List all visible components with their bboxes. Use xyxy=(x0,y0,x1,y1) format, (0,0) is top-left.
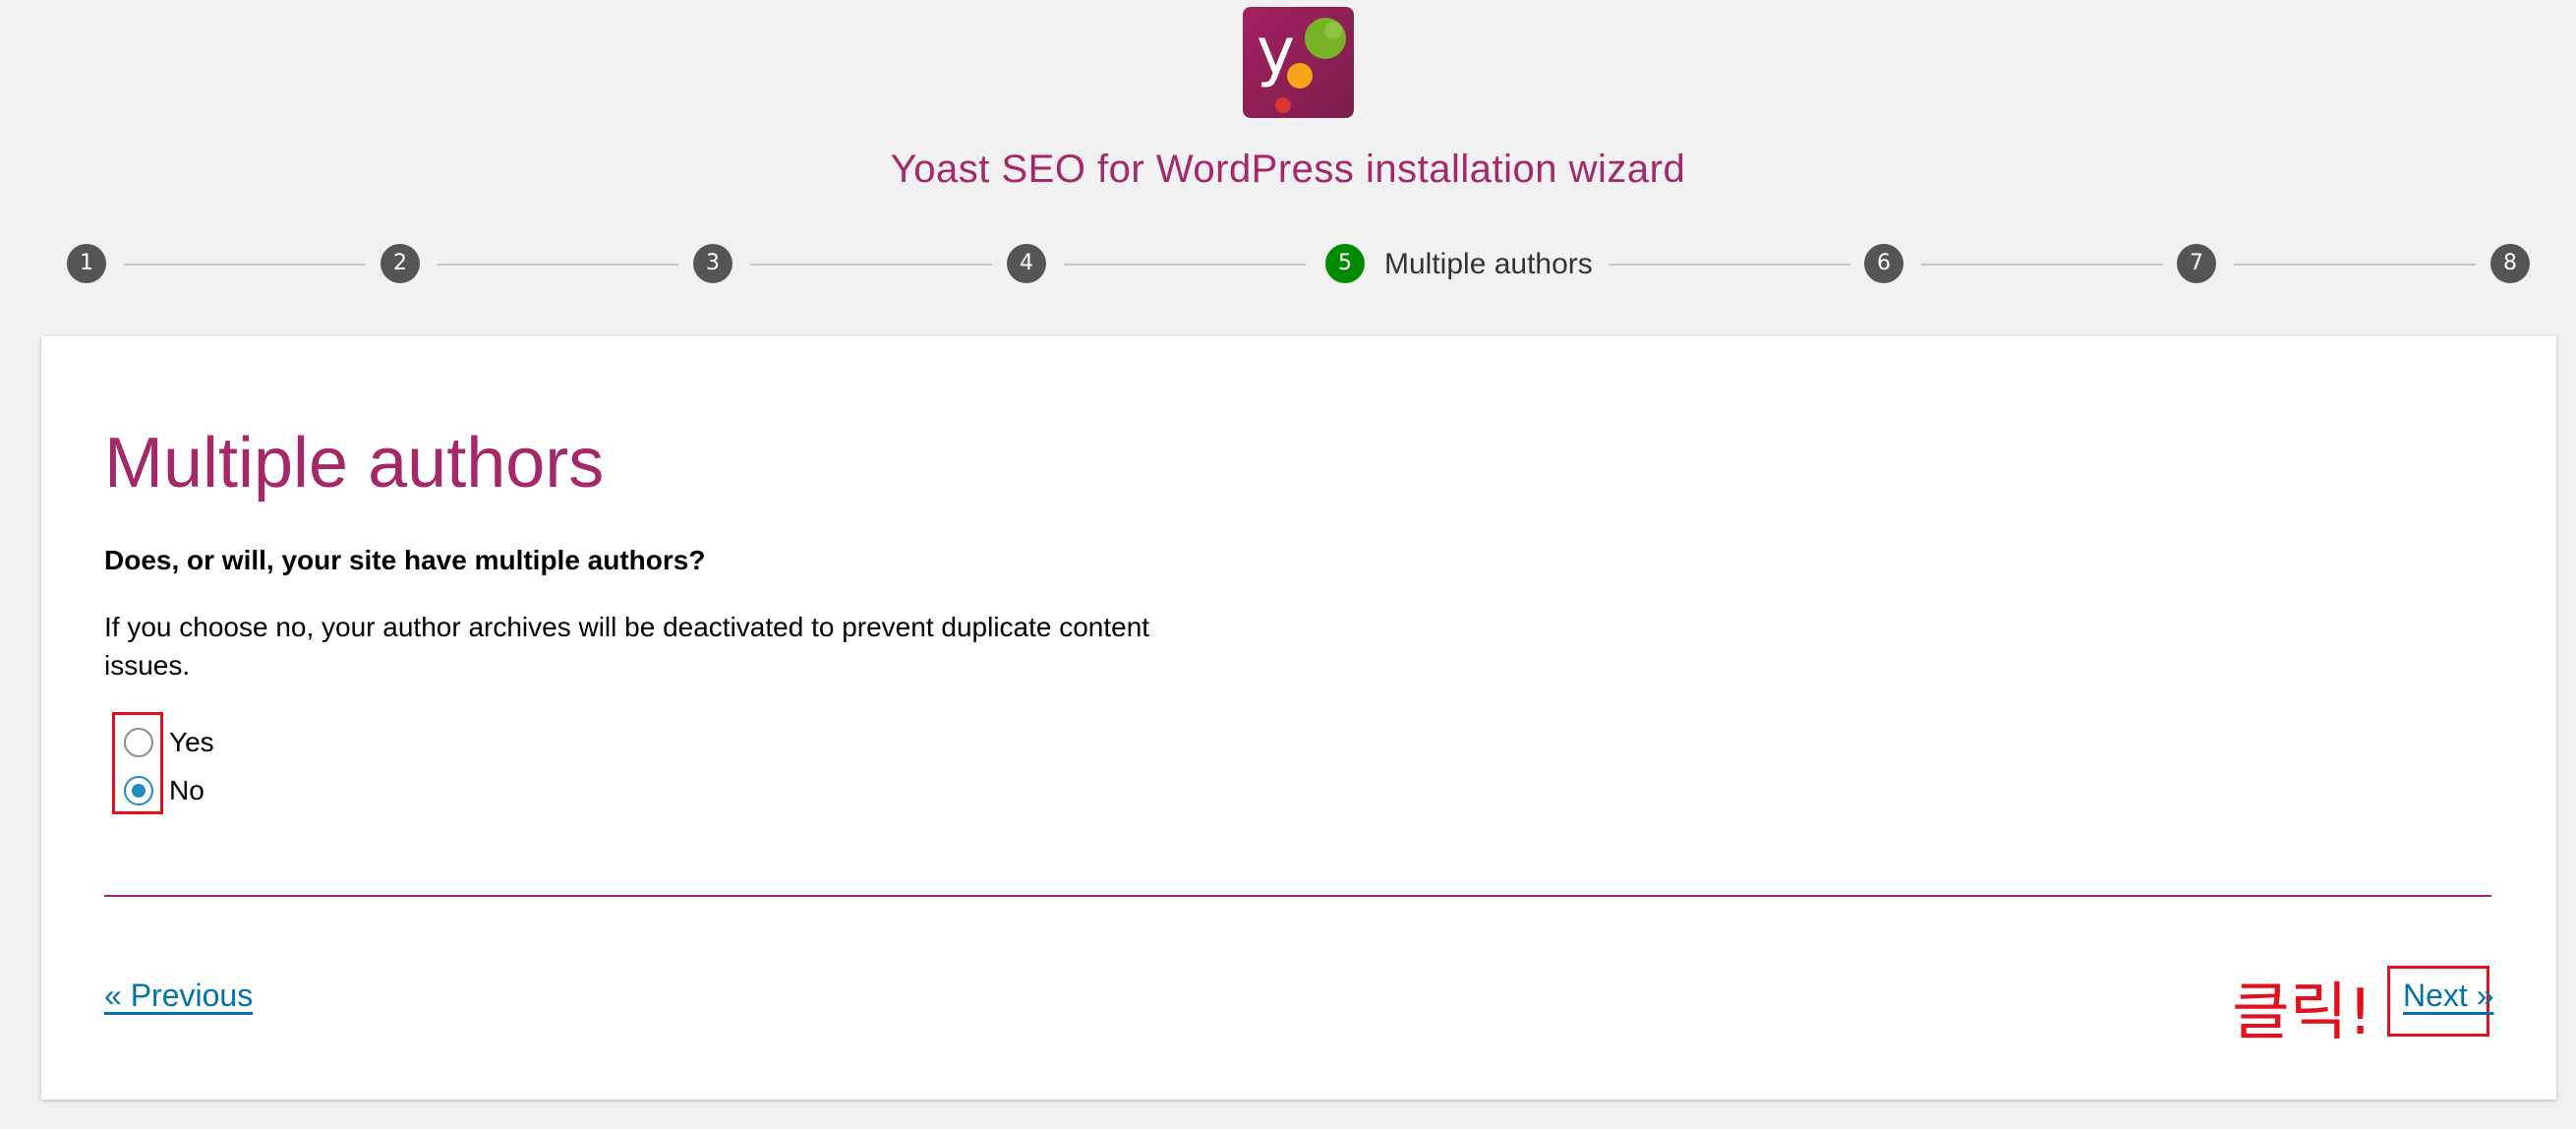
step-connector xyxy=(1921,264,2163,266)
yoast-logo-icon: y xyxy=(1243,7,1354,118)
step-7[interactable]: 7 xyxy=(2177,244,2216,283)
divider xyxy=(104,895,2491,897)
svg-text:y: y xyxy=(1257,14,1295,89)
step-6[interactable]: 6 xyxy=(1864,244,1903,283)
click-annotation: 클릭! xyxy=(2232,977,2373,1049)
step-5[interactable]: 5 xyxy=(1325,244,1365,283)
page-title: Multiple authors xyxy=(104,424,605,503)
step-3[interactable]: 3 xyxy=(693,244,732,283)
step-connector xyxy=(750,264,992,266)
radio-label-yes: Yes xyxy=(169,727,214,757)
wizard-stepper: 1 2 3 4 5 Multiple authors 6 7 8 xyxy=(0,244,2576,285)
step-2[interactable]: 2 xyxy=(381,244,420,283)
step-1[interactable]: 1 xyxy=(67,244,106,283)
previous-button[interactable]: « Previous xyxy=(104,978,253,1014)
step-connector xyxy=(2234,264,2476,266)
step-connector xyxy=(124,264,366,266)
next-button[interactable]: Next » xyxy=(2403,978,2493,1014)
step-connector xyxy=(437,264,678,266)
wizard-title: Yoast SEO for WordPress installation wiz… xyxy=(890,148,1686,191)
radio-yes[interactable] xyxy=(124,728,153,757)
radio-label-no: No xyxy=(169,775,205,805)
step-4[interactable]: 4 xyxy=(1007,244,1046,283)
wizard-card: Multiple authors Does, or will, your sit… xyxy=(41,336,2556,1099)
step-connector xyxy=(1609,264,1850,266)
step-5-label: Multiple authors xyxy=(1384,248,1593,280)
step-8[interactable]: 8 xyxy=(2490,244,2530,283)
description-text: If you choose no, your author archives w… xyxy=(104,612,1150,681)
radio-option-no[interactable]: No xyxy=(124,771,205,810)
question-label: Does, or will, your site have multiple a… xyxy=(104,545,706,575)
step-connector xyxy=(1064,264,1306,266)
radio-option-yes[interactable]: Yes xyxy=(124,723,214,762)
radio-no[interactable] xyxy=(124,776,153,805)
